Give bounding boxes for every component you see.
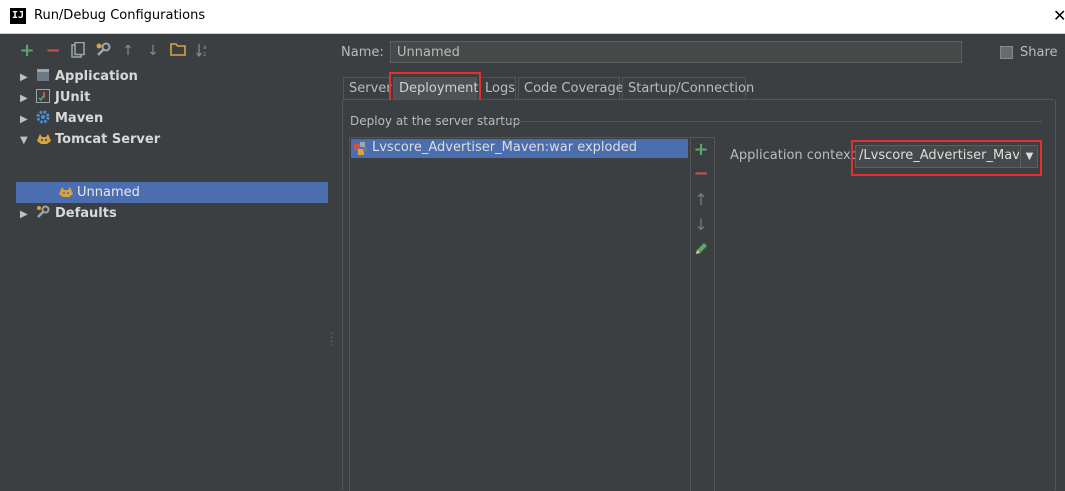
tree-item-label: Tomcat Server (55, 132, 161, 147)
deploy-caption: Deploy at the server startup (350, 114, 521, 128)
expand-arrow-icon[interactable]: ▶ (20, 109, 36, 130)
window-title: Run/Debug Configurations (34, 8, 206, 23)
tree-item-application[interactable]: ▶ Application (20, 66, 138, 87)
name-input[interactable]: Unnamed (390, 41, 962, 63)
move-down-icon[interactable]: ↓ (144, 42, 162, 60)
tree-item-maven[interactable]: ▶ Maven (20, 108, 103, 129)
config-tree-panel: + − ↑ ↓ az ▶ Application ▶ JUnit ▶ Maven ▼ T… (0, 34, 330, 490)
svg-text:a: a (203, 44, 207, 51)
caption-separator (502, 121, 1042, 122)
remove-artifact-icon[interactable]: − (693, 165, 709, 183)
tree-item-label: Unnamed (77, 185, 140, 200)
tab-startup-connection[interactable]: Startup/Connection (622, 77, 754, 99)
add-icon[interactable]: + (18, 42, 36, 60)
splitter[interactable] (328, 34, 332, 490)
maven-gear-icon (36, 110, 52, 124)
tomcat-icon (36, 131, 52, 145)
title-bar: IJ Run/Debug Configurations ✕ (0, 0, 1065, 34)
expand-arrow-icon[interactable]: ▶ (20, 204, 36, 225)
tree-item-label: Maven (55, 111, 104, 126)
tomcat-icon (58, 184, 74, 198)
expand-arrow-icon[interactable]: ▶ (20, 67, 36, 88)
application-context-label: Application context: (730, 148, 861, 163)
artifact-list[interactable] (349, 137, 691, 491)
edit-pencil-icon[interactable] (693, 242, 709, 258)
tree-item-junit[interactable]: ▶ JUnit (20, 87, 90, 108)
share-label[interactable]: Share (1020, 45, 1058, 60)
expand-arrow-icon[interactable]: ▶ (20, 88, 36, 109)
application-context-callout (851, 140, 1042, 176)
tab-server[interactable]: Server (343, 77, 392, 99)
tab-logs[interactable]: Logs (479, 77, 516, 99)
config-tree: ▶ Application ▶ JUnit ▶ Maven ▼ Tomcat Serve… (16, 66, 328, 490)
deployment-tab-callout (389, 72, 481, 103)
artifact-label: Lvscore_Advertiser_Maven:war exploded (372, 140, 637, 155)
tab-code-coverage[interactable]: Code Coverage (518, 77, 624, 99)
share-checkbox[interactable] (1000, 46, 1013, 59)
move-up-icon[interactable]: ↑ (119, 42, 137, 60)
name-label: Name: (341, 45, 384, 60)
collapse-arrow-icon[interactable]: ▼ (20, 130, 36, 151)
wrench-icon[interactable] (94, 42, 112, 60)
tree-item-tomcat-server[interactable]: ▼ Tomcat Server (20, 129, 160, 150)
folder-icon[interactable] (169, 42, 187, 60)
war-artifact-icon (354, 142, 367, 155)
svg-text:z: z (203, 51, 206, 58)
tree-item-unnamed[interactable]: Unnamed (58, 182, 140, 203)
tree-item-label: Defaults (55, 206, 117, 221)
move-up-icon[interactable]: ↑ (693, 192, 709, 208)
sort-icon[interactable]: az (194, 42, 212, 60)
move-down-icon[interactable]: ↓ (693, 217, 709, 233)
application-icon (36, 68, 52, 82)
close-icon[interactable]: ✕ (1053, 6, 1065, 26)
intellij-icon: IJ (10, 8, 26, 24)
copy-icon[interactable] (69, 41, 87, 60)
splitter-grip-icon[interactable]: · · · · (330, 330, 333, 352)
wrench-icon (36, 205, 52, 219)
tree-item-label: Application (55, 69, 138, 84)
tree-item-label: JUnit (55, 90, 91, 105)
junit-icon (36, 89, 52, 103)
remove-icon[interactable]: − (44, 42, 62, 60)
add-artifact-icon[interactable]: + (693, 141, 709, 159)
tree-item-defaults[interactable]: ▶ Defaults (20, 203, 117, 224)
